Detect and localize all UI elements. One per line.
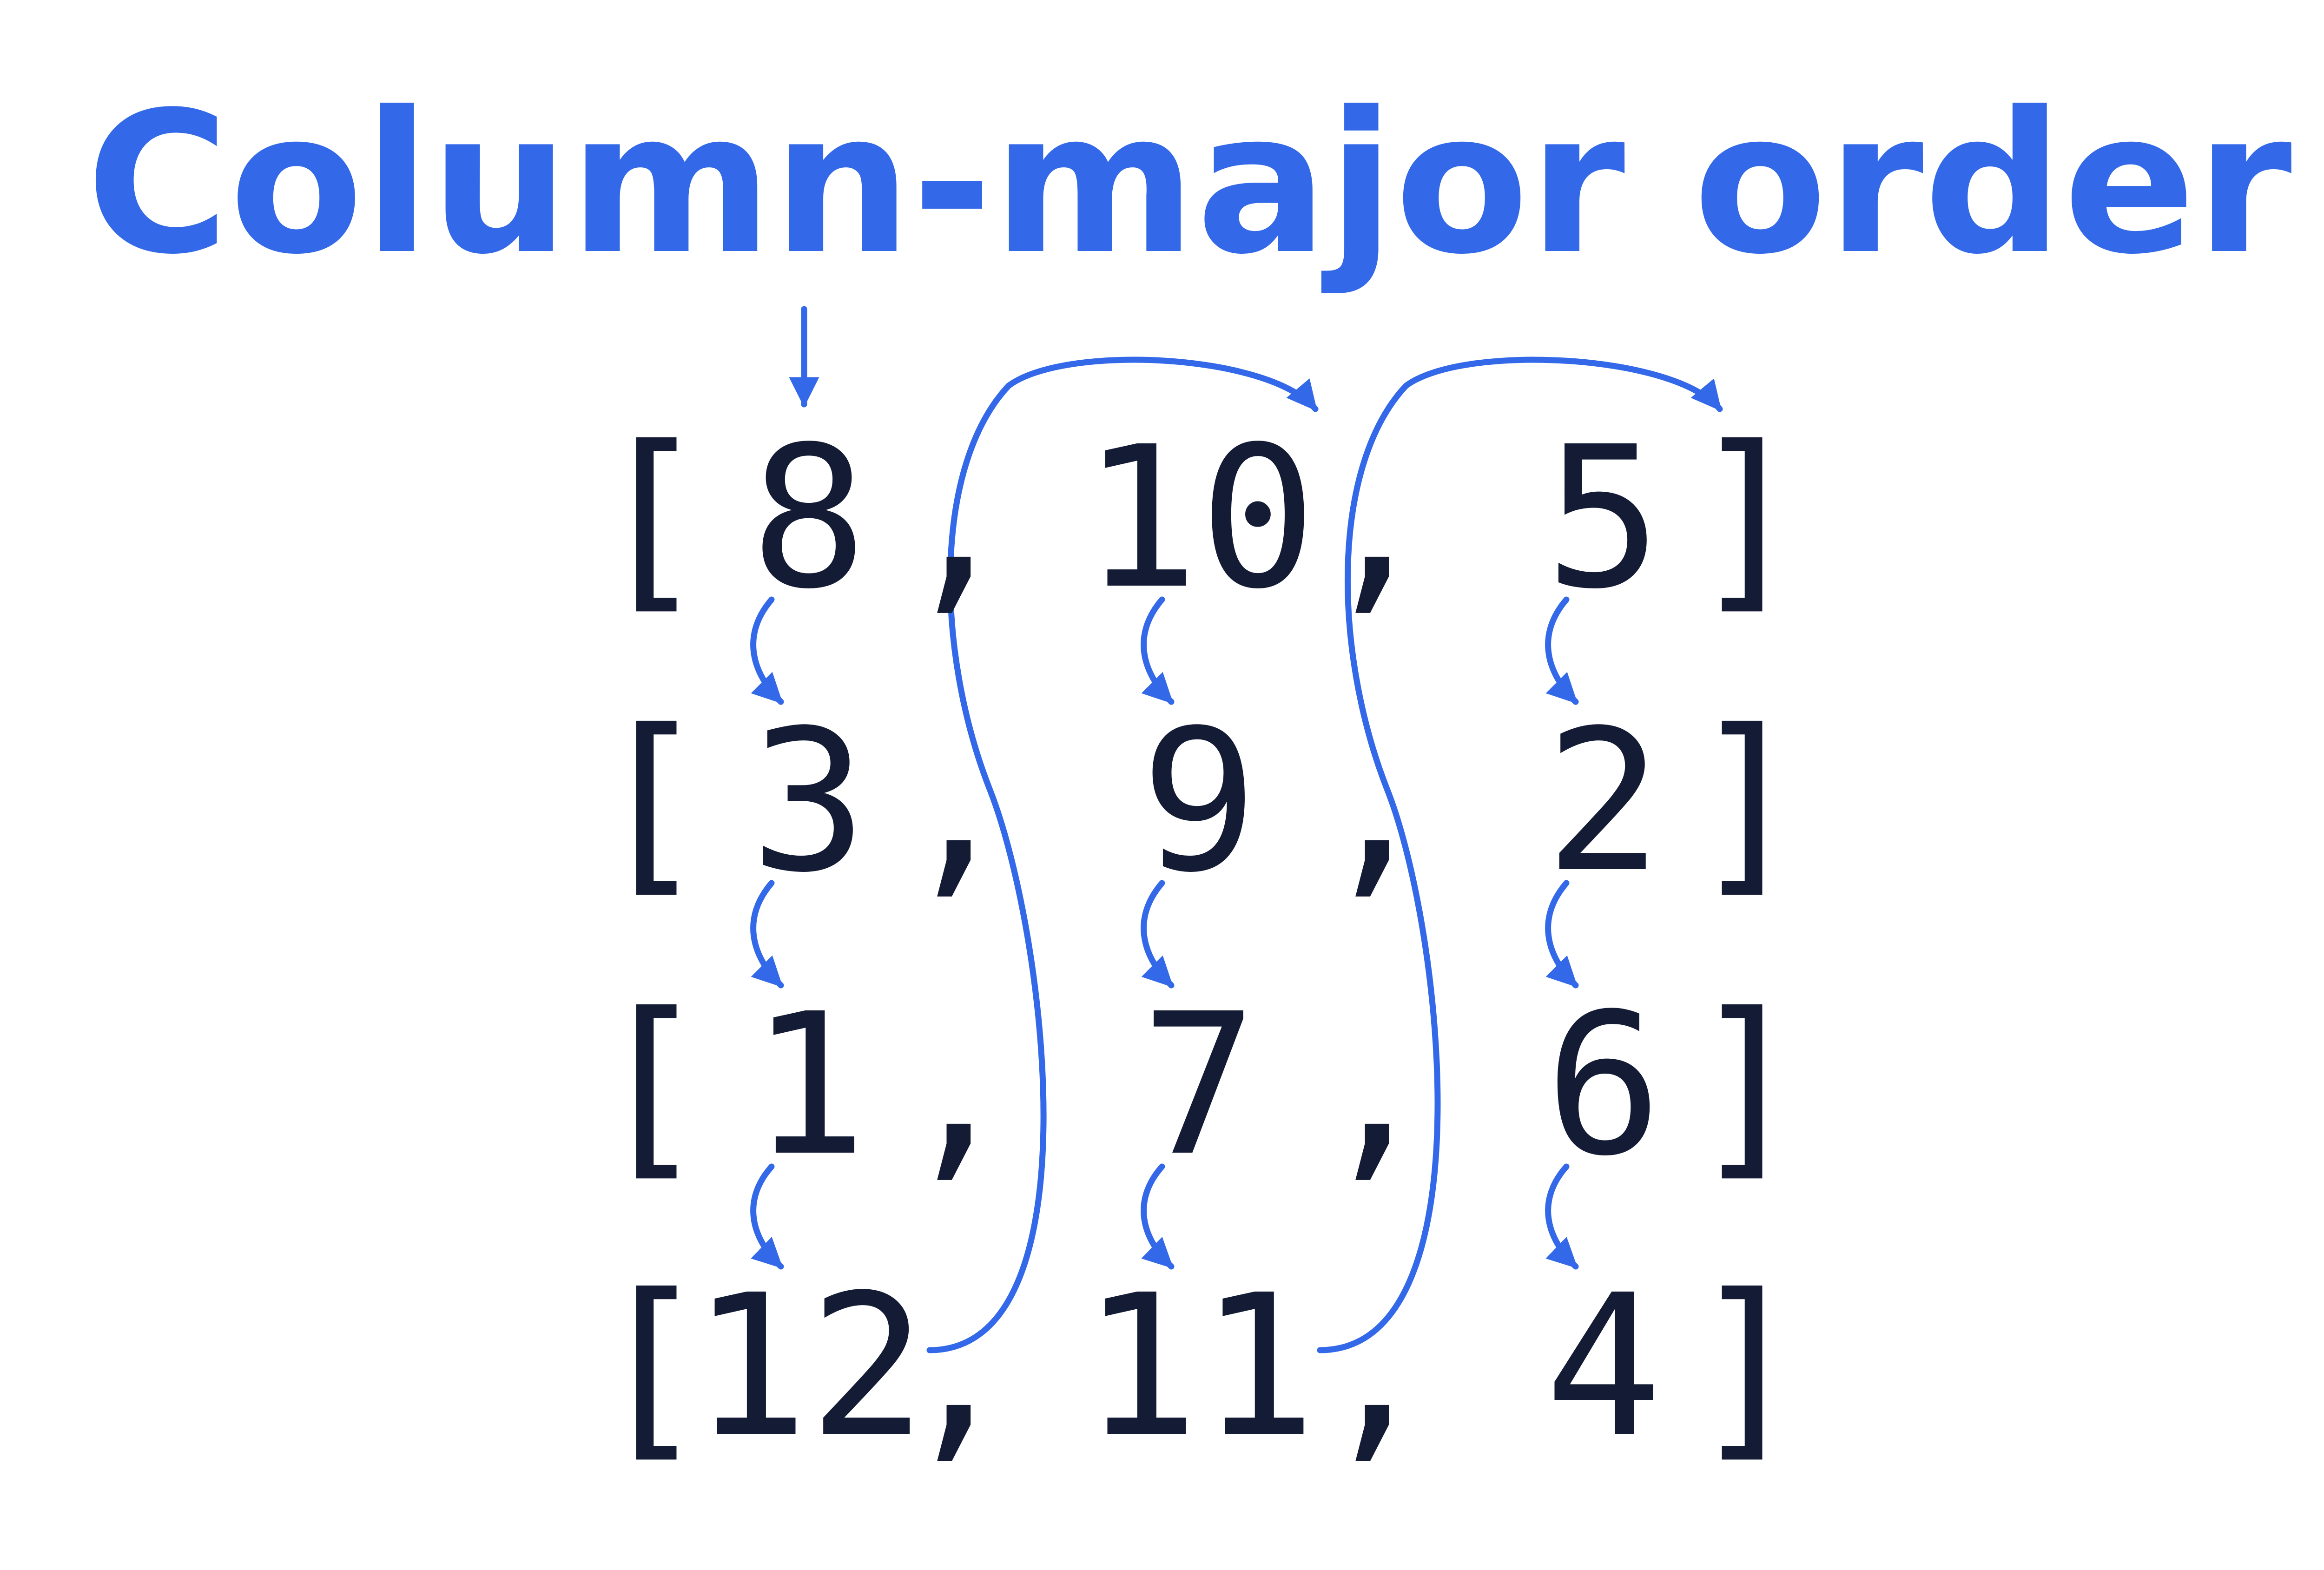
separator-comma: , [899,688,1017,916]
open-bracket: [ [592,405,710,632]
separator-comma: , [899,405,1017,632]
separator-comma: , [899,1253,1017,1480]
open-bracket: [ [592,688,710,916]
separator-comma: , [1317,1253,1435,1480]
matrix-cell: 4 [1545,1253,1663,1480]
matrix-cell: 8 [750,405,868,632]
separator-comma: , [1317,405,1435,632]
open-bracket: [ [592,972,710,1199]
matrix-cell: 3 [750,688,868,916]
close-bracket: ] [1689,688,1807,916]
diagram-title: Column-major order [86,70,2293,297]
matrix-cell: 9 [1141,688,1258,916]
column-major-diagram: Column-major order [] 8 10 5, , [] 3 9 2, , [] 1 7 6,… [86,70,2293,1480]
matrix-cell: 12 [691,1253,926,1480]
separator-comma: , [899,972,1017,1199]
close-bracket: ] [1689,972,1807,1199]
separator-comma: , [1317,972,1435,1199]
matrix-cell: 11 [1082,1253,1317,1480]
matrix: []8 10 5, ,[]3 9 2, ,[]1 7 6, ,[]12 11 4,, [592,405,1807,1480]
matrix-cell: 6 [1545,972,1663,1199]
matrix-cell: 5 [1545,405,1663,632]
close-bracket: ] [1689,1253,1807,1480]
matrix-cell: 1 [750,972,868,1199]
close-bracket: ] [1689,405,1807,632]
matrix-cell: 2 [1545,688,1663,916]
matrix-cell: 10 [1082,405,1317,632]
matrix-cell: 7 [1141,972,1258,1199]
separator-comma: , [1317,688,1435,916]
